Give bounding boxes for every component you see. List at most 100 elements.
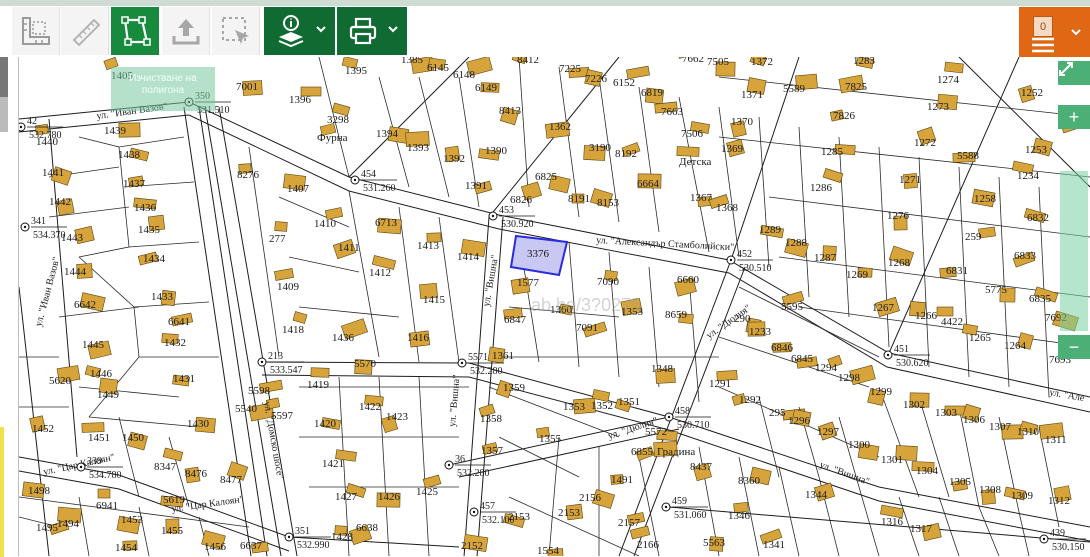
- zoom-slider[interactable]: [1060, 171, 1088, 331]
- survey-point-dot: [447, 463, 451, 467]
- parcel-number: 1361: [492, 350, 514, 362]
- parcel-number: 6638: [356, 522, 379, 534]
- print-button[interactable]: [337, 7, 407, 55]
- survey-point-elevation: 532.280: [457, 468, 490, 479]
- parcel-number: 1436: [134, 202, 157, 214]
- parcel-number: 6833: [1014, 250, 1037, 262]
- parcel-number: 1423: [386, 411, 409, 423]
- parcel-number: 1271: [899, 174, 921, 186]
- street-label: ул. "Александър Стамболийски": [596, 235, 735, 253]
- parcel-number: 5570: [354, 358, 377, 370]
- parcel-number: 1434: [143, 253, 166, 265]
- draw-polygon-button[interactable]: [111, 7, 159, 55]
- upload-button[interactable]: [162, 7, 210, 55]
- survey-point-elevation: 531.060: [674, 510, 707, 521]
- parcel-number: 1437: [123, 178, 146, 190]
- parcel-number: 1283: [853, 57, 876, 67]
- parcel-number: 1451: [88, 432, 110, 444]
- parcel-number: 1304: [916, 465, 939, 477]
- survey-point-elevation: 530.920: [501, 219, 534, 230]
- parcel-number: 1285: [821, 146, 844, 158]
- hamburger-icon: [1032, 37, 1054, 53]
- parcel-number: 6660: [677, 274, 700, 286]
- cadastral-map[interactable]: ул. "Иван Вазов" ул. "Александър Стамболи…: [19, 57, 1090, 556]
- parcel-number: 1299: [870, 386, 893, 398]
- parcel-number: 1414: [457, 251, 480, 263]
- building: [936, 306, 954, 317]
- parcel-number: 290: [734, 313, 751, 325]
- zoom-out-button[interactable]: −: [1058, 335, 1090, 359]
- select-area-button[interactable]: [212, 7, 260, 55]
- building: [97, 488, 111, 499]
- parcel-number: 3376: [527, 248, 550, 260]
- street-label: ул. "Але: [1048, 387, 1085, 404]
- survey-point-dot: [667, 415, 671, 419]
- survey-point-id: 453: [499, 205, 514, 216]
- survey-point-id: 439: [1050, 528, 1065, 539]
- parcel-number: 1371: [741, 89, 763, 101]
- parcel-number: 1440: [36, 136, 59, 148]
- parcel-number: 5619: [163, 494, 186, 506]
- parcel-number: 8659: [665, 309, 688, 321]
- survey-point-dot: [491, 214, 495, 218]
- parcel-number: 1410: [314, 218, 337, 230]
- parcel-number: 1393: [407, 142, 430, 154]
- parcel-number: 259: [965, 231, 982, 243]
- parcel-number: 1286: [810, 182, 833, 194]
- parcel-number: 1234: [1017, 170, 1040, 182]
- parcel-number: 1409: [277, 281, 300, 293]
- survey-point-dot: [1042, 537, 1046, 541]
- parcel-number: 1395: [345, 65, 368, 77]
- parcel-number: 1427: [335, 491, 358, 503]
- parcel-number: 1273: [927, 101, 950, 113]
- parcel-number: 1294: [815, 362, 838, 374]
- parcel-number: 6819: [641, 87, 664, 99]
- parcel-number: 1306: [963, 414, 986, 426]
- building: [162, 447, 184, 462]
- menu-button[interactable]: 0: [1019, 7, 1090, 57]
- parcel-number: 6713: [375, 217, 398, 229]
- parcel-number: 3298: [327, 114, 350, 126]
- parcel-number: 8191: [568, 193, 590, 205]
- info-layers-button[interactable]: [264, 7, 335, 55]
- zoom-in-button[interactable]: +: [1058, 105, 1090, 129]
- info-layers-icon: [278, 15, 303, 48]
- parcel-number: 6642: [74, 299, 96, 311]
- parcel-number: 8476: [185, 468, 208, 480]
- parcel-number: 1233: [749, 326, 772, 338]
- measure-area-button[interactable]: [12, 7, 60, 55]
- parcel-number: 1302: [903, 399, 925, 411]
- parcel-number: 1264: [1004, 340, 1027, 352]
- parcel-number: 7001: [236, 81, 258, 93]
- clear-polygon-tile[interactable]: Изчистване на полигона: [111, 67, 215, 111]
- parcel-number: 5540: [235, 403, 258, 415]
- parcel-number: 6845: [791, 353, 814, 365]
- parcel-number: 1491: [611, 474, 633, 486]
- parcel-number: 1316: [881, 516, 904, 528]
- survey-point-elevation: 530.620: [896, 358, 929, 369]
- parcel-number: 7663: [661, 106, 684, 118]
- parcel-number: 5620: [49, 375, 72, 387]
- parcel-number: 6831: [946, 265, 968, 277]
- chevron-down-icon: [1071, 29, 1081, 36]
- polygon-icon: [121, 16, 151, 46]
- parcel-number: 1432: [164, 337, 186, 349]
- measure-distance-button[interactable]: [61, 7, 109, 55]
- survey-point-dot: [460, 361, 464, 365]
- parcel-number: 1307: [989, 421, 1012, 433]
- parcel-number: 5598: [248, 385, 271, 397]
- parcel-number: 1439: [104, 125, 127, 137]
- parcel-number: 1443: [61, 232, 84, 244]
- parcel-number: 1442: [49, 196, 71, 208]
- parcel-number: 2166: [637, 539, 660, 551]
- building: [274, 221, 288, 232]
- parcel-number: 1411: [338, 242, 360, 254]
- parcel-number: 8276: [237, 169, 260, 181]
- parcel-number: Детска: [679, 156, 712, 168]
- parcel-number: 1272: [914, 137, 936, 149]
- expand-button[interactable]: [1058, 61, 1090, 85]
- upload-icon: [172, 19, 199, 45]
- panel-toggle-top[interactable]: [0, 57, 8, 97]
- parcel-number: 5589: [783, 83, 806, 95]
- panel-toggle-mid[interactable]: [0, 97, 8, 132]
